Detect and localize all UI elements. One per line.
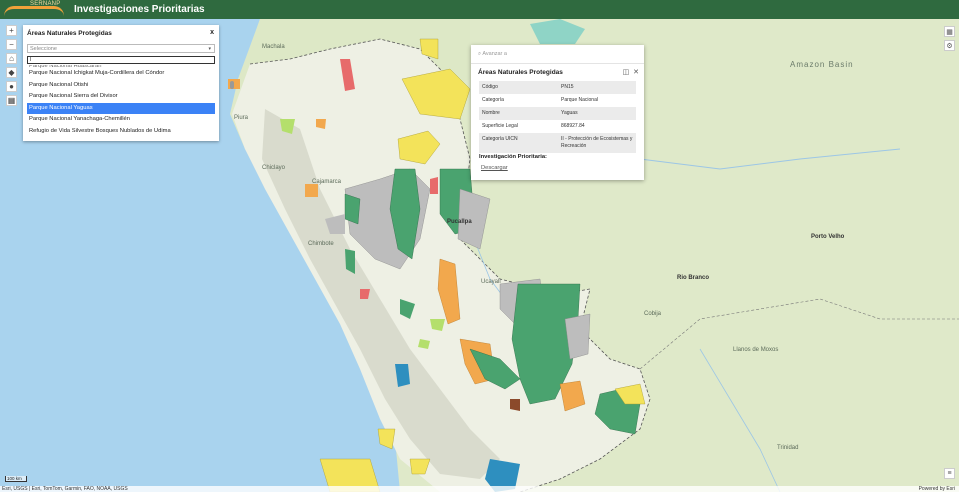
area-reserva-nacional	[305, 184, 318, 197]
scroll-thumb[interactable]	[230, 81, 234, 89]
protected-areas-panel: Áreas Naturales Protegidas x Seleccione …	[23, 25, 234, 141]
sernanp-logo: SERNANP	[0, 0, 68, 19]
legend-button[interactable]: ≡	[944, 468, 955, 479]
gear-icon: ⚙	[946, 42, 953, 50]
label-machala: Machala	[262, 44, 285, 50]
scale-bar: 100 km	[5, 476, 27, 482]
label-cajamarca: Cajamarca	[312, 179, 342, 185]
select-placeholder: Seleccione	[30, 46, 57, 52]
bolivia-border	[639, 298, 959, 370]
area-bosque-proteccion	[530, 19, 585, 44]
label-chiclayo: Chiclayo	[262, 165, 286, 171]
gallery-icon: ▦	[7, 96, 16, 105]
zoom-out-button[interactable]: −	[6, 39, 17, 50]
locate-button[interactable]: ●	[6, 81, 17, 92]
label-cobija: Cobija	[644, 311, 662, 317]
area-parque-nacional	[344, 193, 361, 225]
table-row: Categoría UICN II - Protección de Ecosist…	[479, 133, 636, 153]
area-select[interactable]: Seleccione ▾	[27, 44, 215, 53]
label-amazon-basin: Amazon Basin	[790, 60, 854, 69]
research-label: Investigación Prioritaria:	[479, 154, 547, 160]
label-rio-branco: Rio Branco	[677, 275, 710, 281]
download-link[interactable]: Descargar	[481, 165, 508, 171]
list-item[interactable]: Parque Nacional Yanachaga-Chemillén	[27, 114, 215, 126]
panel-close-button[interactable]: x	[210, 29, 214, 36]
chevron-down-icon: ▾	[208, 46, 211, 52]
plus-icon: +	[9, 26, 14, 35]
list-item-selected[interactable]: Parque Nacional Yaguas	[27, 102, 215, 115]
table-row: Superficie Legal 868927.84	[479, 120, 636, 133]
home-button[interactable]: ⌂	[6, 53, 17, 64]
label-ucayali: Ucayali	[481, 279, 501, 285]
settings-button[interactable]: ⚙	[944, 40, 955, 51]
row-value: II - Protección de Ecosistemas y Recreac…	[561, 136, 633, 149]
row-value: Yaguas	[561, 110, 578, 116]
advance-to-link[interactable]: ⌕ Avanzar a	[478, 51, 507, 58]
home-icon: ⌂	[9, 54, 14, 63]
table-row: Categoría Parque Nacional	[479, 94, 636, 107]
basemap-button[interactable]: ▦	[6, 95, 17, 106]
filter-input[interactable]: l	[27, 56, 215, 64]
area-santuario	[430, 177, 438, 194]
label-piura: Piura	[234, 115, 249, 121]
table-row: Nombre Yaguas	[479, 107, 636, 120]
layers-button[interactable]: ▦	[944, 26, 955, 37]
compass-button[interactable]: ◆	[6, 67, 17, 78]
area-list[interactable]: Parque Nacional Huascarán Parque Naciona…	[27, 65, 215, 140]
feature-popup: ⌕ Avanzar a Áreas Naturales Protegidas ◫…	[471, 45, 644, 180]
location-pin-icon: ●	[9, 82, 14, 91]
row-value: 868927.84	[561, 123, 585, 129]
table-row: Código PN15	[479, 81, 636, 94]
row-key: Código	[482, 84, 498, 90]
label-llanos-de-moxos: Llanos de Moxos	[733, 347, 779, 353]
row-key: Nombre	[482, 110, 500, 116]
advance-label: Avanzar a	[482, 51, 507, 57]
close-icon[interactable]: ✕	[633, 69, 639, 76]
attributes-table: Código PN15 Categoría Parque Nacional Nomb…	[479, 81, 636, 153]
popup-actions: ◫ ✕	[623, 68, 639, 76]
panel-title: Áreas Naturales Protegidas	[27, 30, 112, 37]
grid-icon: ▦	[946, 28, 953, 36]
row-value: Parque Nacional	[561, 97, 598, 103]
map-toolbar: + − ⌂ ◆ ● ▦	[6, 25, 17, 109]
river	[699, 348, 781, 492]
attribution-bar: Esri, USGS | Esri, TomTom, Garmin, FAO, …	[0, 486, 959, 492]
label-chimbote: Chimbote	[308, 241, 334, 247]
list-item[interactable]: Parque Nacional Otishi	[27, 80, 215, 92]
area-reserva-nacional	[510, 399, 520, 411]
minus-icon: −	[9, 40, 14, 49]
row-key: Superficie Legal	[482, 123, 518, 129]
app-header: SERNANP Investigaciones Prioritarias	[0, 0, 959, 19]
list-item[interactable]: Parque Nacional Sierra del Divisor	[27, 91, 215, 103]
row-key: Categoría UICN	[482, 136, 518, 142]
zoom-in-button[interactable]: +	[6, 25, 17, 36]
list-item[interactable]: Parque Nacional Ichigkat Muja-Cordillera…	[27, 68, 215, 80]
compass-icon: ◆	[8, 68, 15, 77]
divider	[471, 63, 644, 64]
row-key: Categoría	[482, 97, 504, 103]
attribution-text: Esri, USGS | Esri, TomTom, Garmin, FAO, …	[2, 486, 128, 492]
list-item[interactable]: Refugio de Vida Silvestre Bosques Nublad…	[27, 126, 215, 138]
logo-text: SERNANP	[30, 1, 61, 7]
powered-by[interactable]: Powered by Esri	[919, 486, 955, 492]
label-trinidad: Trinidad	[777, 445, 799, 451]
row-value: PN15	[561, 84, 574, 90]
dock-icon[interactable]: ◫	[623, 69, 630, 76]
list-scrollbar[interactable]	[230, 65, 234, 140]
list-icon: ≡	[947, 470, 952, 477]
label-porto-velho: Porto Velho	[811, 234, 845, 240]
app-title: Investigaciones Prioritarias	[74, 4, 205, 15]
label-pucallpa: Pucallpa	[447, 219, 472, 225]
popup-title: Áreas Naturales Protegidas	[478, 69, 563, 76]
